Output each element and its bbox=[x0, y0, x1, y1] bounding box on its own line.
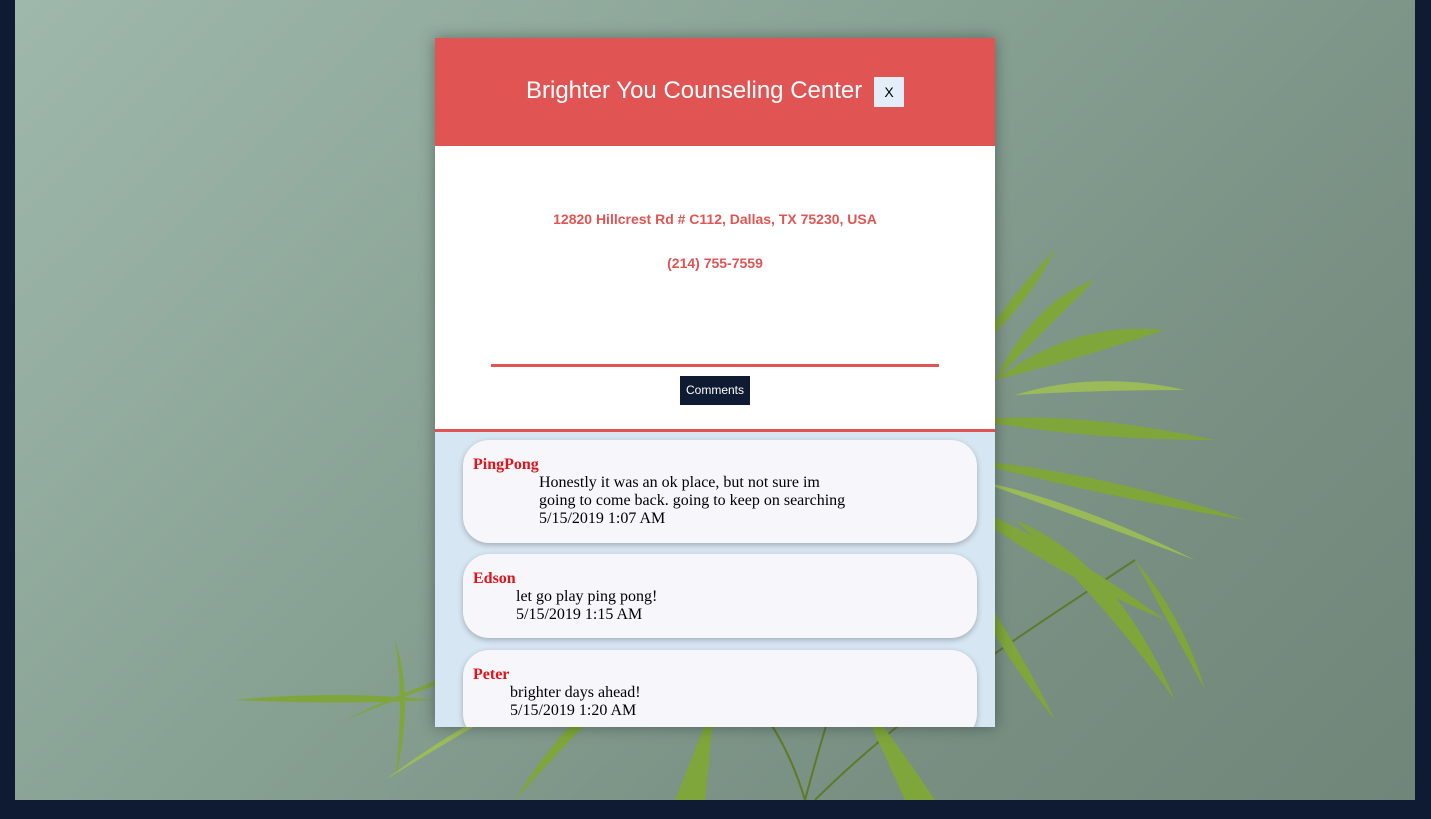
comment-text: let go play ping pong! bbox=[516, 588, 658, 605]
modal-header: Brighter You Counseling Center X bbox=[435, 38, 995, 146]
clinic-modal: Brighter You Counseling Center X 12820 H… bbox=[435, 38, 995, 727]
modal-title: Brighter You Counseling Center bbox=[526, 77, 863, 104]
comment-text: Honestly it was an ok place, but not sur… bbox=[539, 474, 846, 509]
comment-date: 5/15/2019 1:20 AM bbox=[510, 702, 637, 719]
comment-card: PingPong Honestly it was an ok place, bu… bbox=[463, 440, 977, 543]
clinic-address: 12820 Hillcrest Rd # C112, Dallas, TX 75… bbox=[553, 211, 877, 227]
comment-author: Peter bbox=[473, 666, 510, 683]
comment-date: 5/15/2019 1:07 AM bbox=[539, 510, 666, 527]
modal-body: 12820 Hillcrest Rd # C112, Dallas, TX 75… bbox=[435, 146, 995, 432]
close-button[interactable]: X bbox=[874, 77, 904, 107]
comment-text: brighter days ahead! bbox=[510, 684, 641, 701]
divider bbox=[491, 364, 939, 367]
comment-date: 5/15/2019 1:15 AM bbox=[516, 606, 643, 623]
comment-card: Peter brighter days ahead! 5/15/2019 1:2… bbox=[463, 650, 977, 727]
comment-card: Edson let go play ping pong! 5/15/2019 1… bbox=[463, 554, 977, 638]
comment-author: PingPong bbox=[473, 456, 539, 473]
clinic-phone: (214) 755-7559 bbox=[667, 255, 763, 271]
comments-button[interactable]: Comments bbox=[680, 376, 750, 405]
comment-author: Edson bbox=[473, 570, 516, 587]
comments-list[interactable]: PingPong Honestly it was an ok place, bu… bbox=[435, 432, 995, 727]
